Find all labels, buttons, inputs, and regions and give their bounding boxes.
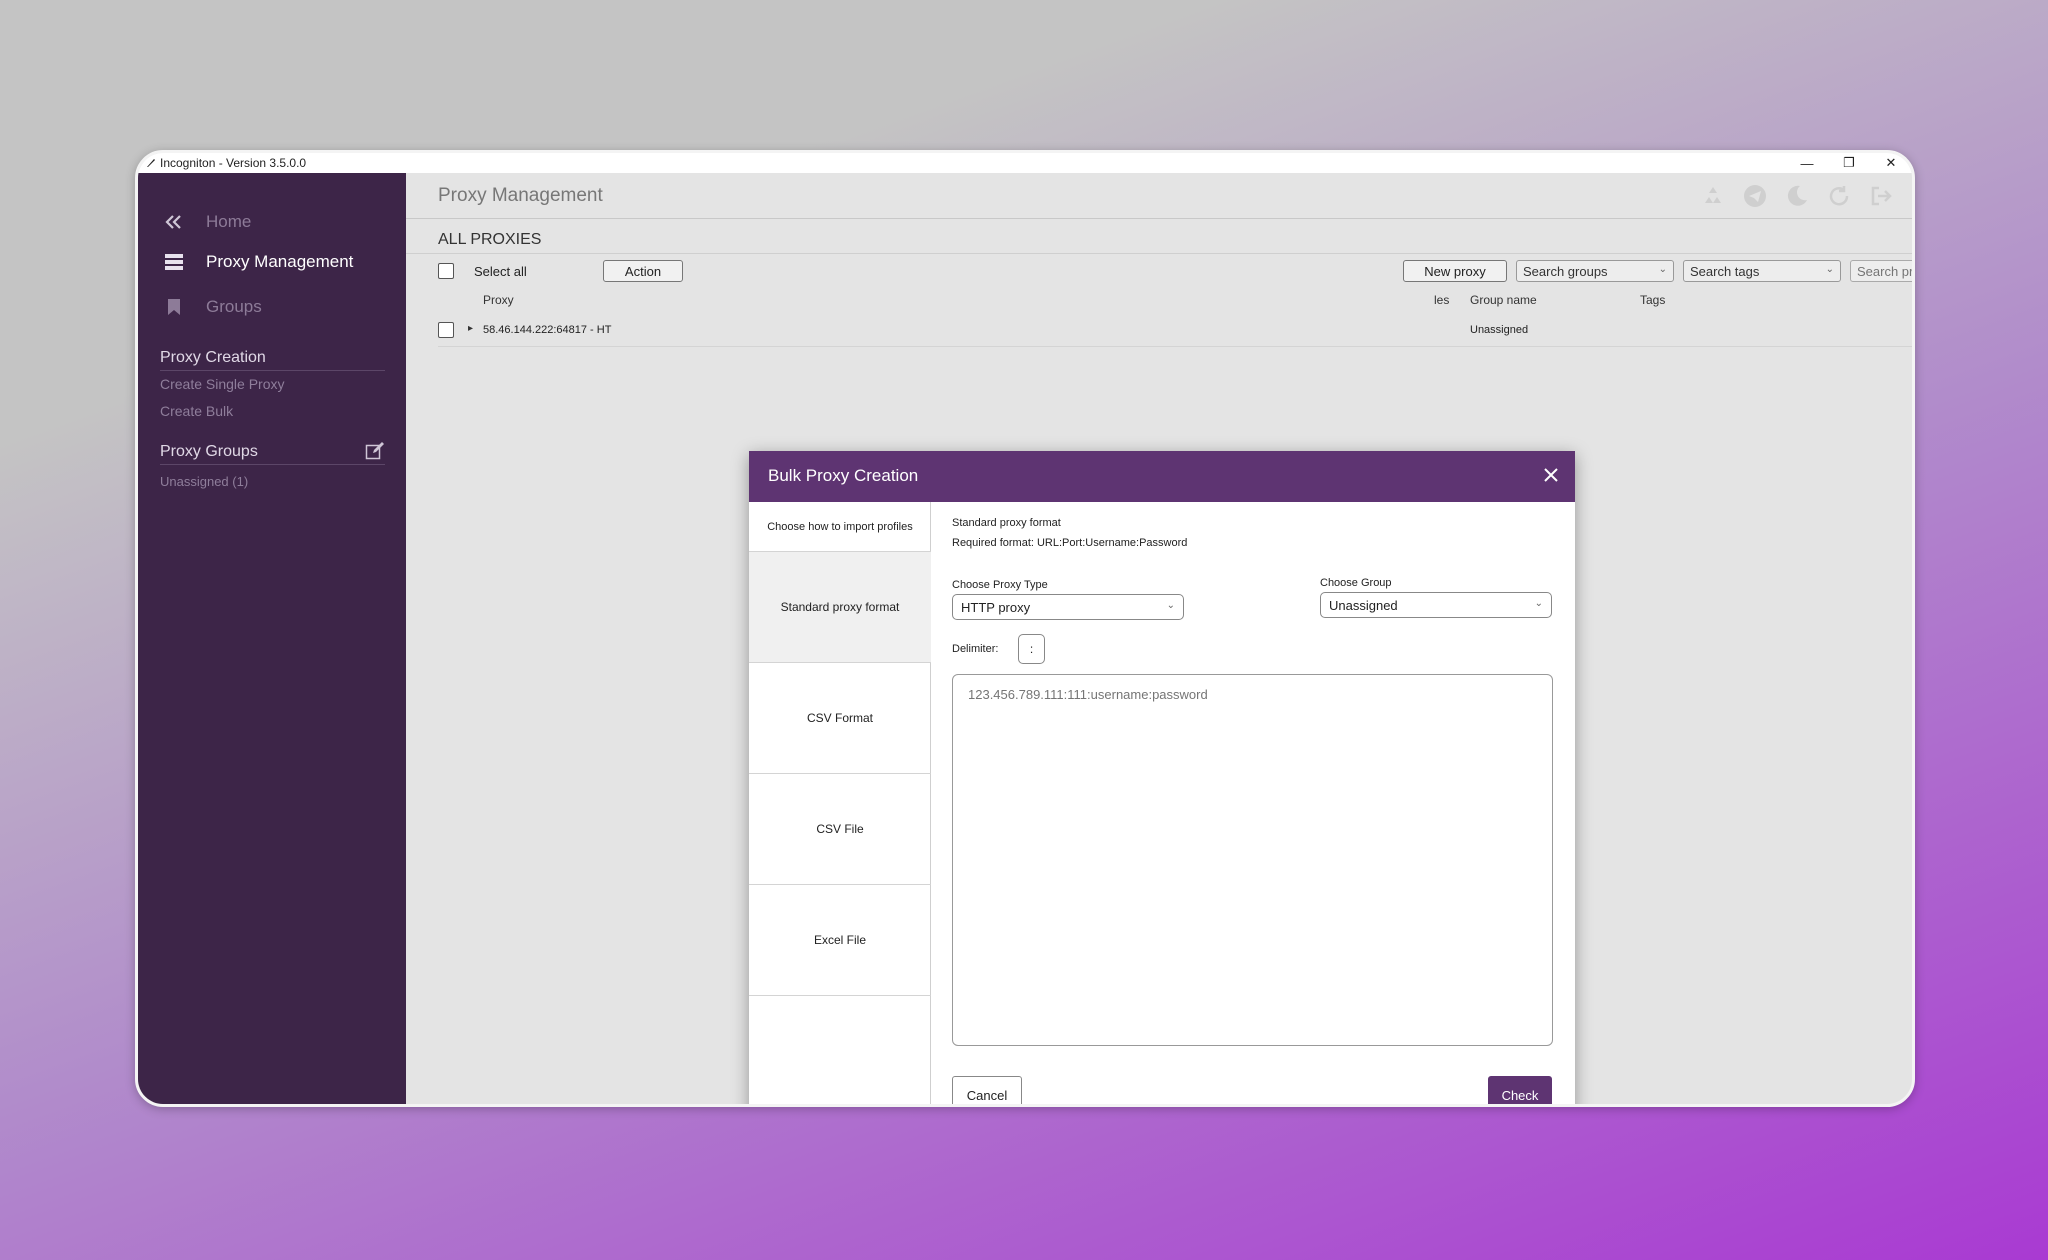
tab-standard-proxy-format[interactable]: Standard proxy format [749, 552, 931, 663]
group-select[interactable]: Unassigned ⌄ [1320, 592, 1552, 618]
tab-csv-format[interactable]: CSV Format [749, 663, 931, 774]
close-icon[interactable] [1544, 468, 1558, 482]
proxy-type-label: Choose Proxy Type [952, 579, 1048, 591]
bulk-proxy-dialog: Bulk Proxy Creation Choose how to import… [749, 451, 1575, 1104]
cancel-button[interactable]: Cancel [952, 1076, 1022, 1104]
modal-overlay: Bulk Proxy Creation Choose how to import… [138, 153, 1912, 1104]
proxy-type-value: HTTP proxy [961, 599, 1031, 615]
tab-excel-file[interactable]: Excel File [749, 885, 931, 996]
dialog-header: Bulk Proxy Creation [749, 451, 1575, 502]
format-title: Standard proxy format [952, 517, 1061, 529]
app-window: Incogniton - Version 3.5.0.0 — ❐ ✕ Home … [135, 150, 1915, 1107]
delimiter-label: Delimiter: [952, 643, 999, 655]
delimiter-input[interactable]: : [1018, 634, 1045, 664]
proxy-list-textarea[interactable] [952, 674, 1553, 1046]
chevron-down-icon: ⌄ [1166, 600, 1175, 611]
proxy-type-select[interactable]: HTTP proxy ⌄ [952, 594, 1184, 620]
format-hint: Required format: URL:Port:Username:Passw… [952, 537, 1188, 549]
import-method-panel: Choose how to import profiles Standard p… [749, 502, 931, 1104]
import-form: Standard proxy format Required format: U… [931, 502, 1575, 1104]
tab-csv-file[interactable]: CSV File [749, 774, 931, 885]
check-button[interactable]: Check [1488, 1076, 1552, 1104]
group-value: Unassigned [1329, 597, 1398, 613]
group-label: Choose Group [1320, 577, 1392, 589]
import-method-heading: Choose how to import profiles [749, 502, 931, 552]
dialog-close-button[interactable] [1539, 463, 1563, 487]
chevron-down-icon: ⌄ [1534, 598, 1543, 609]
dialog-title: Bulk Proxy Creation [768, 466, 919, 485]
